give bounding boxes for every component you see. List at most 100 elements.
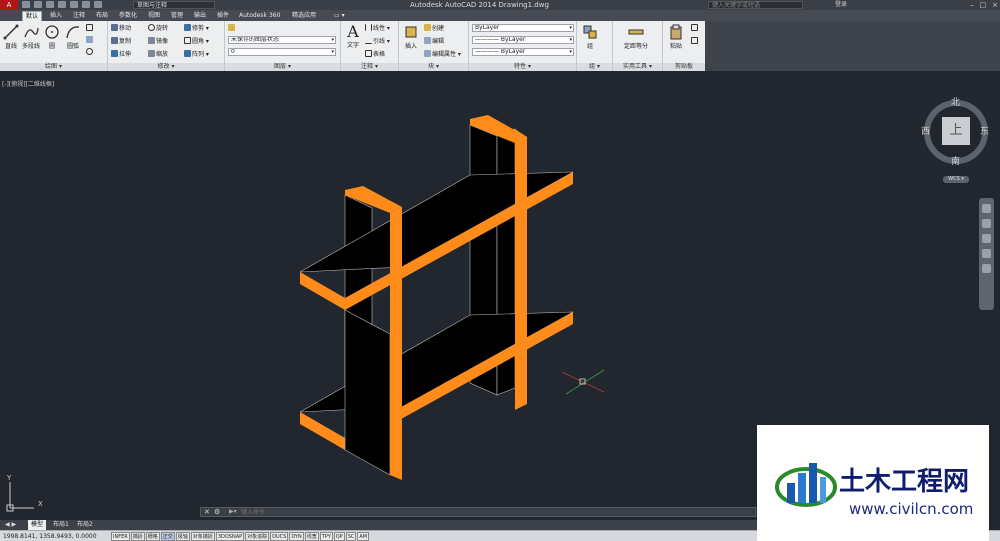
insert-button[interactable]: 插入: [400, 24, 422, 50]
panel-title-block[interactable]: 块 ▾: [399, 63, 468, 71]
polyline-button[interactable]: 多段线: [20, 24, 42, 50]
toggle-ducs[interactable]: DUCS: [270, 532, 289, 541]
tab-autodesk-360[interactable]: Autodesk 360: [236, 11, 283, 21]
maximize-button[interactable]: □: [980, 0, 987, 10]
recent-commands-icon[interactable]: ▶▾: [229, 508, 237, 516]
create-block-tool[interactable]: 创建: [424, 24, 444, 33]
measure-button[interactable]: 定距等分: [616, 24, 656, 50]
viewport-controls-label[interactable]: [-][俯视][二维线框]: [2, 79, 54, 88]
arc-button[interactable]: 圆弧: [62, 24, 84, 50]
save-icon[interactable]: [46, 1, 54, 8]
rectangle-tool[interactable]: [86, 24, 94, 33]
color-combo[interactable]: ByLayer ▾: [472, 24, 574, 32]
tab-manage[interactable]: 管理: [168, 11, 186, 21]
toggle-dyn[interactable]: DYN: [289, 532, 304, 541]
panel-title-utilities[interactable]: 实用工具 ▾: [613, 63, 662, 71]
circle-button[interactable]: 圆: [41, 24, 63, 50]
table-tool[interactable]: 表格: [365, 50, 385, 59]
toggle-am[interactable]: AM: [357, 532, 370, 541]
mirror-tool[interactable]: 镜像: [148, 37, 168, 46]
panel-title-modify[interactable]: 修改 ▾: [108, 63, 224, 71]
search-input[interactable]: 键入关键字或短语: [708, 1, 803, 9]
linetype-combo[interactable]: ———— ByLayer ▾: [472, 36, 574, 44]
panel-title-clipboard[interactable]: 剪贴板: [663, 63, 705, 71]
text-button[interactable]: A 文字: [342, 23, 364, 49]
rotate-tool[interactable]: 旋转: [148, 24, 168, 33]
tab-panel-toggle[interactable]: ▭ ▾: [331, 11, 348, 21]
save-as-icon[interactable]: [58, 1, 66, 8]
fillet-tool[interactable]: 圆角 ▾: [184, 37, 209, 46]
compass-east[interactable]: 东: [980, 124, 989, 137]
cut-tool[interactable]: [691, 24, 699, 33]
lineweight-combo[interactable]: ———— ByLayer ▾: [472, 48, 574, 56]
tab-default[interactable]: 默认: [22, 11, 43, 21]
login-button[interactable]: 登录: [835, 0, 847, 10]
toggle-grid[interactable]: 栅格: [145, 532, 160, 541]
tab-view[interactable]: 视图: [145, 11, 163, 21]
tab-layout1[interactable]: 布局1: [50, 520, 72, 530]
wcs-menu-button[interactable]: WCS ▾: [943, 176, 969, 183]
copy-clip-tool[interactable]: [691, 37, 699, 46]
copy-tool[interactable]: 复制: [111, 37, 131, 46]
viewcube[interactable]: 上 北 南 东 西 WCS ▾: [918, 94, 994, 190]
plot-icon[interactable]: [70, 1, 78, 8]
toggle-sc[interactable]: SC: [345, 532, 357, 541]
zoom-extents-icon[interactable]: [982, 234, 991, 243]
toggle-otrack[interactable]: 对象追踪: [245, 532, 270, 541]
compass-west[interactable]: 西: [921, 124, 930, 137]
layer-properties-tool[interactable]: [228, 24, 236, 33]
scale-tool[interactable]: 缩放: [148, 50, 168, 59]
toggle-ortho[interactable]: 正交: [160, 532, 175, 541]
edit-attribute-tool[interactable]: 编辑属性 ▾: [424, 50, 461, 59]
panel-title-layers[interactable]: 图层 ▾: [225, 63, 340, 71]
layer-state-combo[interactable]: 未保存的图层状态 ▾: [228, 36, 336, 44]
tab-parametric[interactable]: 参数化: [116, 11, 140, 21]
group-button[interactable]: 组: [579, 24, 601, 50]
leader-tool[interactable]: 引线 ▾: [365, 37, 390, 46]
toggle-polar[interactable]: 极轴: [175, 532, 190, 541]
close-button[interactable]: ×: [992, 0, 998, 10]
showmotion-icon[interactable]: [982, 264, 991, 273]
tab-featured-apps[interactable]: 精选应用: [289, 11, 319, 21]
panel-title-groups[interactable]: 组 ▾: [577, 63, 612, 71]
layer-combo[interactable]: 0 ▾: [228, 48, 336, 56]
edit-block-tool[interactable]: 编辑: [424, 37, 444, 46]
trim-tool[interactable]: 修剪 ▾: [184, 24, 209, 33]
array-tool[interactable]: 阵列 ▾: [184, 50, 209, 59]
tab-output[interactable]: 输出: [191, 11, 209, 21]
viewcube-top-face[interactable]: 上: [942, 117, 970, 145]
panel-title-annotation[interactable]: 注释 ▾: [341, 63, 398, 71]
tab-insert[interactable]: 插入: [47, 11, 65, 21]
steering-wheel-icon[interactable]: [982, 204, 991, 213]
toggle-infer[interactable]: INFER: [111, 532, 130, 541]
tab-layout2[interactable]: 布局2: [74, 520, 96, 530]
compass-north[interactable]: 北: [951, 95, 960, 108]
workspace-switcher[interactable]: 草图与注释: [133, 1, 215, 9]
command-input[interactable]: [241, 508, 541, 516]
toggle-lineweight[interactable]: 线宽: [304, 532, 319, 541]
toggle-tpy[interactable]: TPY: [319, 532, 333, 541]
panel-title-draw[interactable]: 绘图 ▾: [0, 63, 107, 71]
toggle-qp[interactable]: QP: [333, 532, 345, 541]
ellipse-tool[interactable]: [86, 48, 94, 57]
move-tool[interactable]: 移动: [111, 24, 131, 33]
redo-icon[interactable]: [94, 1, 102, 8]
pan-icon[interactable]: [982, 219, 991, 228]
line-button[interactable]: 直线: [0, 24, 22, 50]
open-icon[interactable]: [34, 1, 42, 8]
application-menu-button[interactable]: A: [0, 0, 18, 10]
toggle-snap[interactable]: 捕捉: [130, 532, 145, 541]
tab-addins[interactable]: 插件: [214, 11, 232, 21]
undo-icon[interactable]: [82, 1, 90, 8]
toggle-3dosnap[interactable]: 3DOSNAP: [215, 532, 245, 541]
hatch-tool[interactable]: [86, 36, 94, 45]
layout-nav-arrows[interactable]: ◀ ▶: [2, 520, 19, 530]
stretch-tool[interactable]: 拉伸: [111, 50, 131, 59]
panel-title-properties[interactable]: 特性 ▾: [469, 63, 576, 71]
tab-model[interactable]: 模型: [28, 520, 47, 530]
customize-icon[interactable]: ⚙: [214, 508, 220, 516]
new-icon[interactable]: [22, 1, 30, 8]
compass-south[interactable]: 南: [951, 154, 960, 167]
toggle-osnap[interactable]: 对象捕捉: [190, 532, 215, 541]
minimize-button[interactable]: –: [970, 0, 974, 10]
